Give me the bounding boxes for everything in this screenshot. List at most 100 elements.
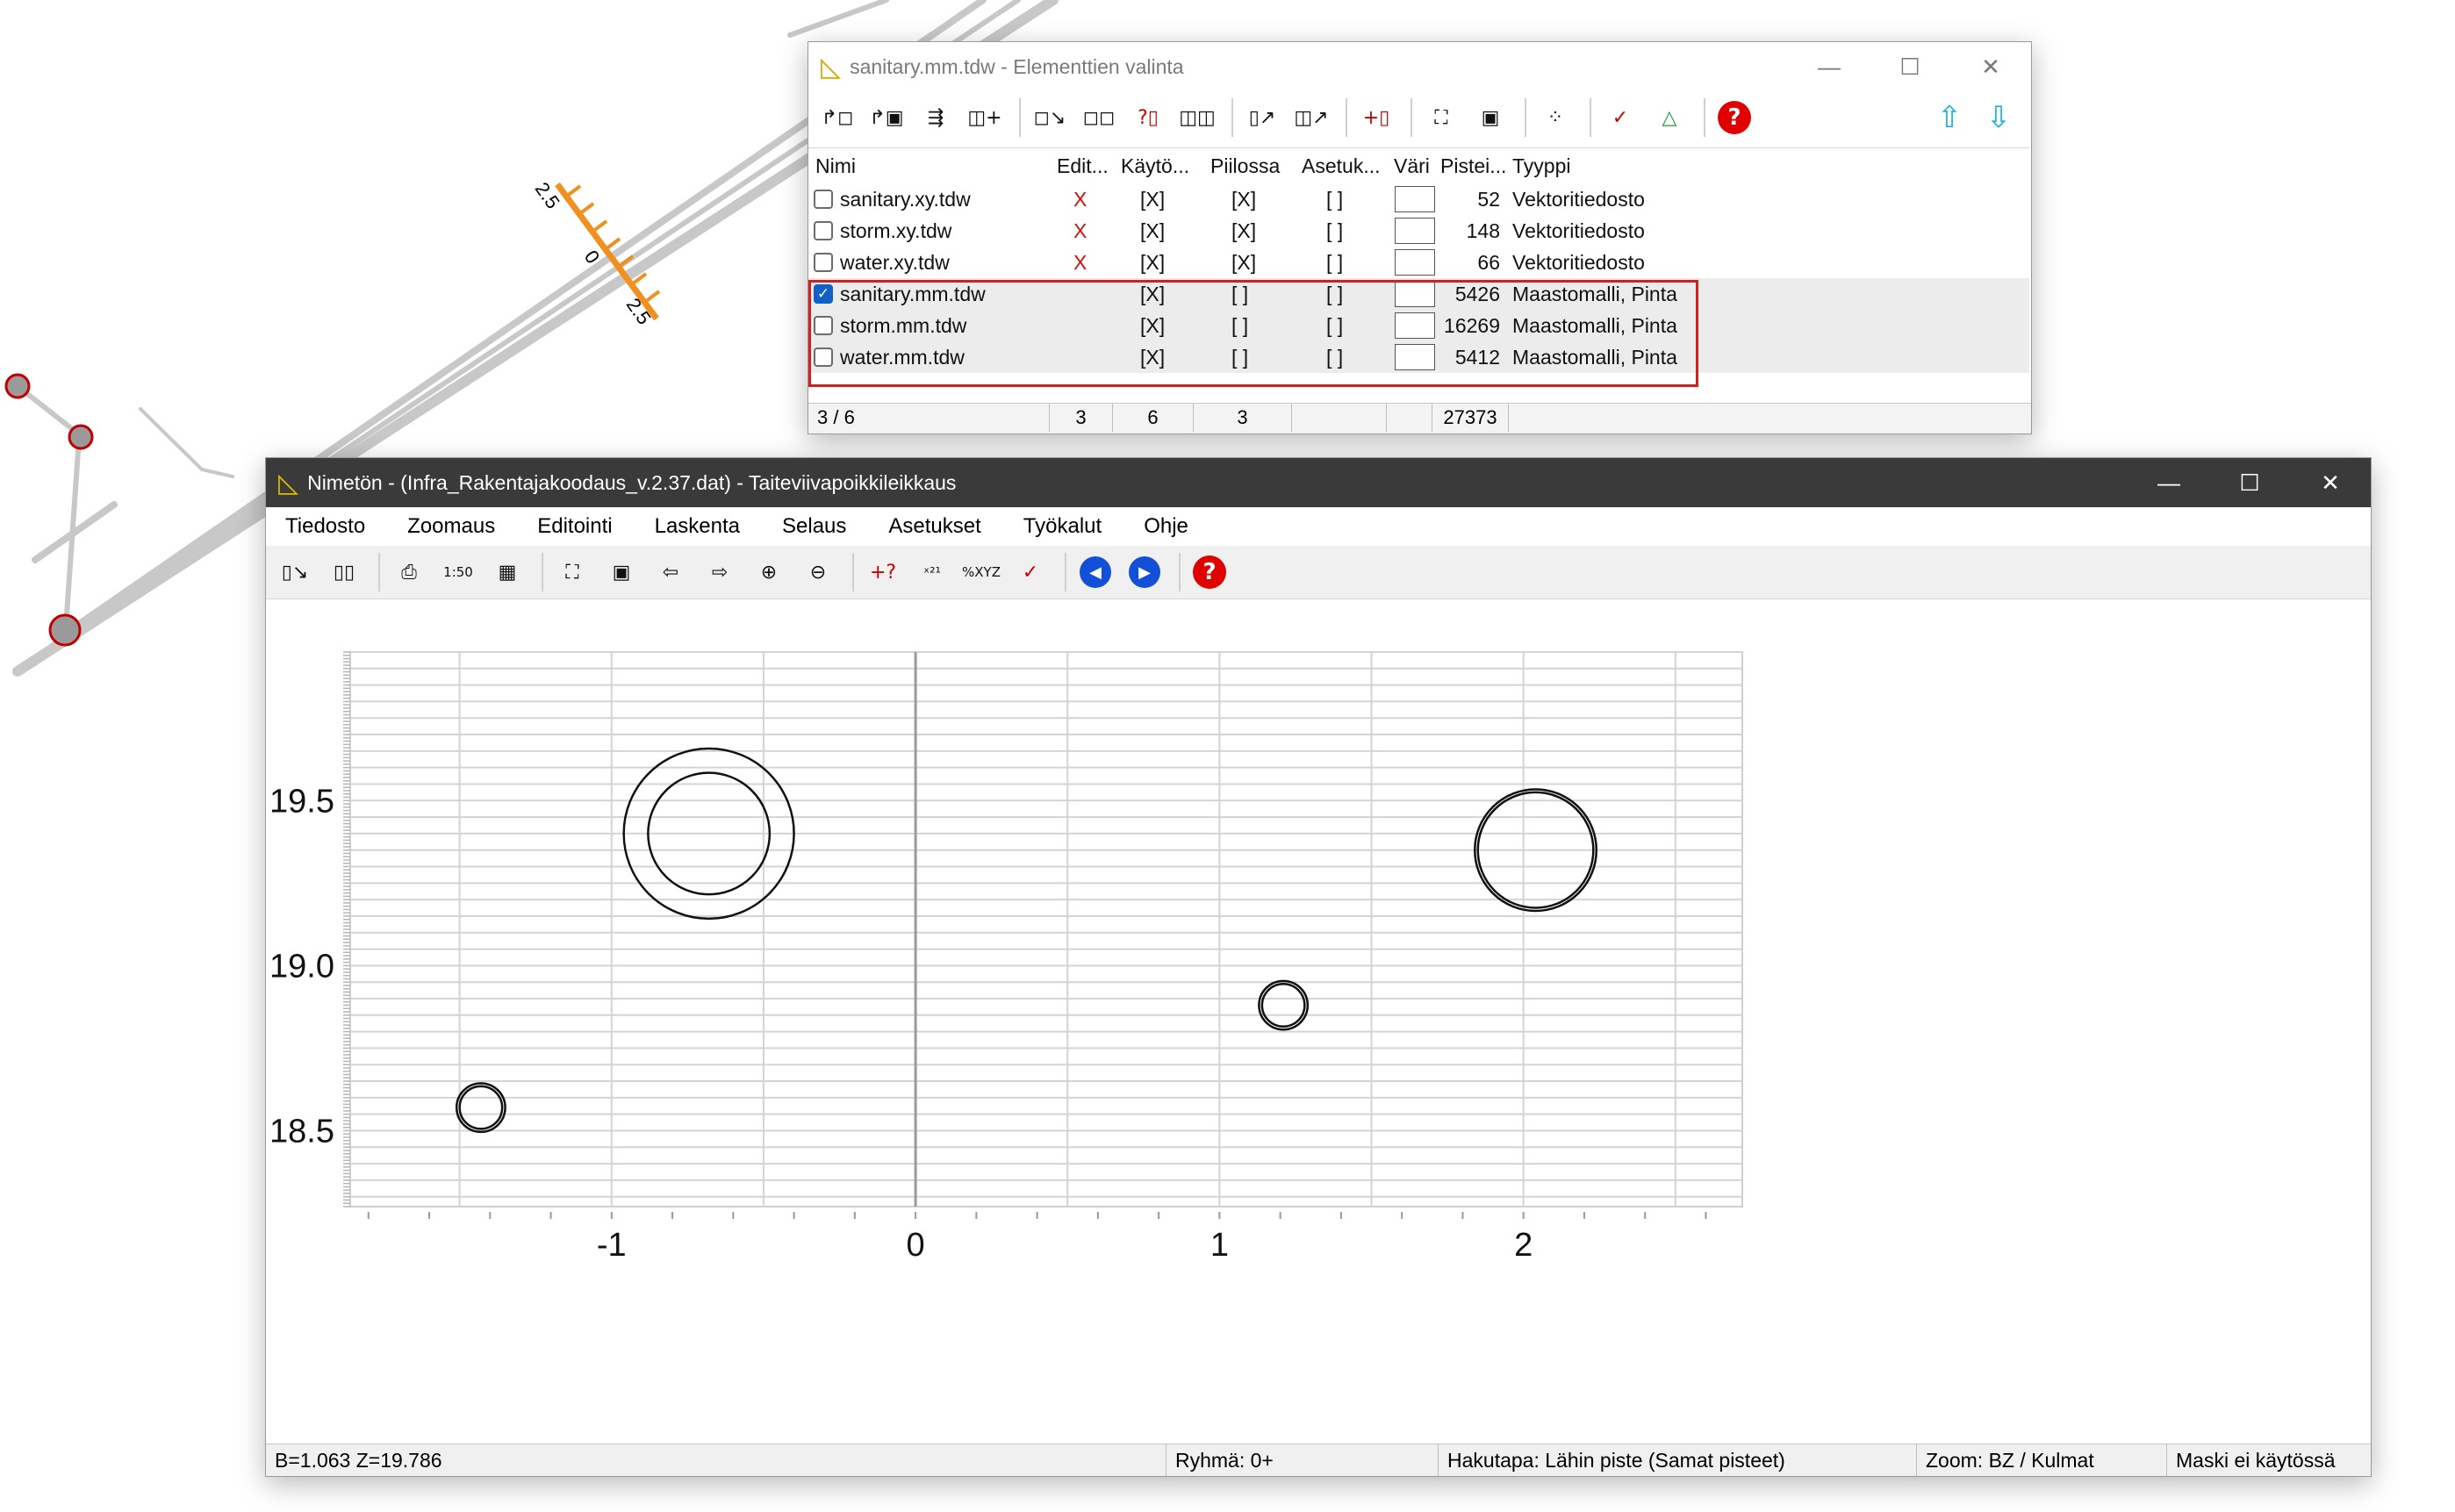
zoom-extents-icon[interactable]: ⛶ xyxy=(550,550,594,594)
maximize-button[interactable]: ☐ xyxy=(1870,42,1950,91)
col-settings[interactable]: Asetuk... xyxy=(1302,148,1380,183)
check-icon[interactable]: ✓ xyxy=(1598,96,1642,140)
replace-element-icon[interactable]: ◫◫ xyxy=(1175,96,1219,140)
add-element-icon[interactable]: ↱◻ xyxy=(815,96,859,140)
col-points[interactable]: Pistei... xyxy=(1440,148,1506,183)
col-hidden[interactable]: Piilossa xyxy=(1210,148,1280,183)
help-icon[interactable]: ? xyxy=(1712,96,1756,140)
table-row[interactable]: sanitary.xy.tdw X [X] [X] [ ] 52 Vektoritiedos… xyxy=(808,183,2029,215)
cross-section-view[interactable]: 19.5 19.0 18.5 -1 0 1 2 xyxy=(266,599,2369,1442)
color-swatch[interactable] xyxy=(1395,218,1435,244)
row-settings: [ ] xyxy=(1326,187,1344,211)
row-settings: [ ] xyxy=(1326,219,1344,242)
move-down-icon[interactable]: ⇩ xyxy=(1977,96,2021,140)
new-element-icon[interactable]: ◫+ xyxy=(963,96,1007,140)
menu-selaus[interactable]: Selaus xyxy=(782,514,846,539)
table-row[interactable]: water.xy.tdw X [X] [X] [ ] 66 Vektoritiedosto xyxy=(808,247,2029,278)
menu-tiedosto[interactable]: Tiedosto xyxy=(285,514,365,539)
previous-section-icon[interactable]: ◀ xyxy=(1073,550,1117,594)
color-swatch[interactable] xyxy=(1395,249,1435,276)
main-titlebar: ◺ Nimetön - (Infra_Rakentajakoodaus_v.2.… xyxy=(266,458,2371,507)
row-hidden: [X] xyxy=(1231,250,1257,274)
unchecked-icon xyxy=(814,221,833,240)
add-multiple-icon[interactable]: ⇶ xyxy=(914,96,958,140)
menu-tyokalut[interactable]: Työkalut xyxy=(1023,514,1102,539)
copy-element-icon[interactable]: ◻◻ xyxy=(1077,96,1121,140)
xyz-icon[interactable]: %XYZ xyxy=(959,550,1003,594)
print-icon[interactable]: ⎙ xyxy=(387,550,431,594)
next-icon[interactable]: ⇨ xyxy=(698,550,742,594)
add-file-icon[interactable]: ↱▣ xyxy=(865,96,908,140)
col-color[interactable]: Väri xyxy=(1394,148,1430,183)
previous-icon[interactable]: ⇦ xyxy=(649,550,693,594)
row-checkbox[interactable] xyxy=(814,215,833,247)
color-swatch[interactable] xyxy=(1395,186,1435,212)
y-tick-label: 18.5 xyxy=(269,1113,334,1150)
x-tick-label: 2 xyxy=(1514,1227,1533,1264)
save-file-icon[interactable]: ▯▯ xyxy=(322,550,366,594)
row-points: 52 xyxy=(1477,187,1500,211)
y-tick-label: 19.0 xyxy=(269,948,334,985)
cross-section-window: ◺ Nimetön - (Infra_Rakentajakoodaus_v.2.… xyxy=(265,457,2372,1477)
x-tick-label: -1 xyxy=(597,1227,627,1264)
save-element-icon[interactable]: ◫↗ xyxy=(1289,96,1333,140)
selection-highlight-box xyxy=(808,280,1698,387)
triangulation-icon[interactable]: △ xyxy=(1647,96,1691,140)
close-button[interactable]: ✕ xyxy=(2290,458,2371,507)
row-checkbox[interactable] xyxy=(814,183,833,215)
points-icon[interactable]: ⁘ xyxy=(1533,96,1577,140)
y-tick-label: 19.5 xyxy=(269,783,334,820)
zoom-element-icon[interactable]: ▣ xyxy=(1468,96,1512,140)
renumber-icon[interactable]: ˣ²¹ xyxy=(910,550,954,594)
main-statusbar: B=1.063 Z=19.786 Ryhmä: 0+ Hakutapa: Läh… xyxy=(266,1444,2371,1476)
col-type[interactable]: Tyyppi xyxy=(1512,148,1570,183)
close-button[interactable]: ✕ xyxy=(1950,42,2031,91)
status-hidden: 3 xyxy=(1194,404,1292,432)
element-list: Nimi Edit... Käytö... Piilossa Asetuk...… xyxy=(808,147,2029,403)
menu-laskenta[interactable]: Laskenta xyxy=(655,514,740,539)
next-section-icon[interactable]: ▶ xyxy=(1123,550,1166,594)
page-setup-icon[interactable]: ▦ xyxy=(485,550,529,594)
unchecked-icon xyxy=(814,253,833,272)
cross-section-plot: 19.5 19.0 18.5 -1 0 1 2 xyxy=(269,651,1743,1264)
new-document-icon[interactable]: +▯ xyxy=(1354,96,1398,140)
move-element-icon[interactable]: ◻↘ xyxy=(1028,96,1072,140)
menu-asetukset[interactable]: Asetukset xyxy=(888,514,980,539)
row-edit: X xyxy=(1073,187,1088,211)
minimize-button[interactable]: — xyxy=(2128,458,2209,507)
row-checkbox[interactable] xyxy=(814,247,833,278)
row-name: storm.xy.tdw xyxy=(840,219,952,242)
dialog-titlebar: ◺ sanitary.mm.tdw - Elementtien valinta … xyxy=(808,42,2031,91)
help-icon[interactable]: ? xyxy=(1188,550,1231,594)
open-file-icon[interactable]: ▯↘ xyxy=(273,550,317,594)
element-info-icon[interactable]: ?▯ xyxy=(1126,96,1170,140)
export-icon[interactable]: ▯↗ xyxy=(1240,96,1284,140)
maximize-button[interactable]: ☐ xyxy=(2209,458,2290,507)
zoom-extents-icon[interactable]: ⛶ xyxy=(1419,96,1463,140)
col-edit[interactable]: Edit... xyxy=(1057,148,1109,183)
row-name: water.xy.tdw xyxy=(840,250,950,274)
check-icon[interactable]: ✓ xyxy=(1009,550,1052,594)
unchecked-icon xyxy=(814,190,833,209)
scale-icon[interactable]: 1:50 xyxy=(436,550,480,594)
move-up-icon[interactable]: ⇧ xyxy=(1927,96,1971,140)
dialog-statusbar: 3 / 6 3 6 3 27373 xyxy=(808,403,2031,434)
app-logo-icon: ◺ xyxy=(821,52,842,82)
row-type: Vektoritiedosto xyxy=(1512,187,1645,211)
add-point-icon[interactable]: +? xyxy=(861,550,905,594)
row-settings: [ ] xyxy=(1326,250,1344,274)
col-name[interactable]: Nimi xyxy=(815,148,856,183)
zoom-in-icon[interactable]: ⊕ xyxy=(747,550,791,594)
menu-ohje[interactable]: Ohje xyxy=(1144,514,1188,539)
zoom-window-icon[interactable]: ▣ xyxy=(599,550,643,594)
col-in-use[interactable]: Käytö... xyxy=(1121,148,1189,183)
status-settings xyxy=(1292,404,1387,432)
minimize-button[interactable]: — xyxy=(1789,42,1870,91)
main-toolbar: ▯↘ ▯▯ ⎙ 1:50 ▦ ⛶ ▣ ⇦ ⇨ ⊕ ⊖ +? ˣ²¹ %XYZ ✓… xyxy=(266,546,2371,599)
row-name: sanitary.xy.tdw xyxy=(840,187,971,211)
menu-zoomaus[interactable]: Zoomaus xyxy=(407,514,495,539)
zoom-out-icon[interactable]: ⊖ xyxy=(796,550,840,594)
table-row[interactable]: storm.xy.tdw X [X] [X] [ ] 148 Vektoritiedosto xyxy=(808,215,2029,247)
row-edit: X xyxy=(1073,219,1088,242)
menu-editointi[interactable]: Editointi xyxy=(537,514,612,539)
